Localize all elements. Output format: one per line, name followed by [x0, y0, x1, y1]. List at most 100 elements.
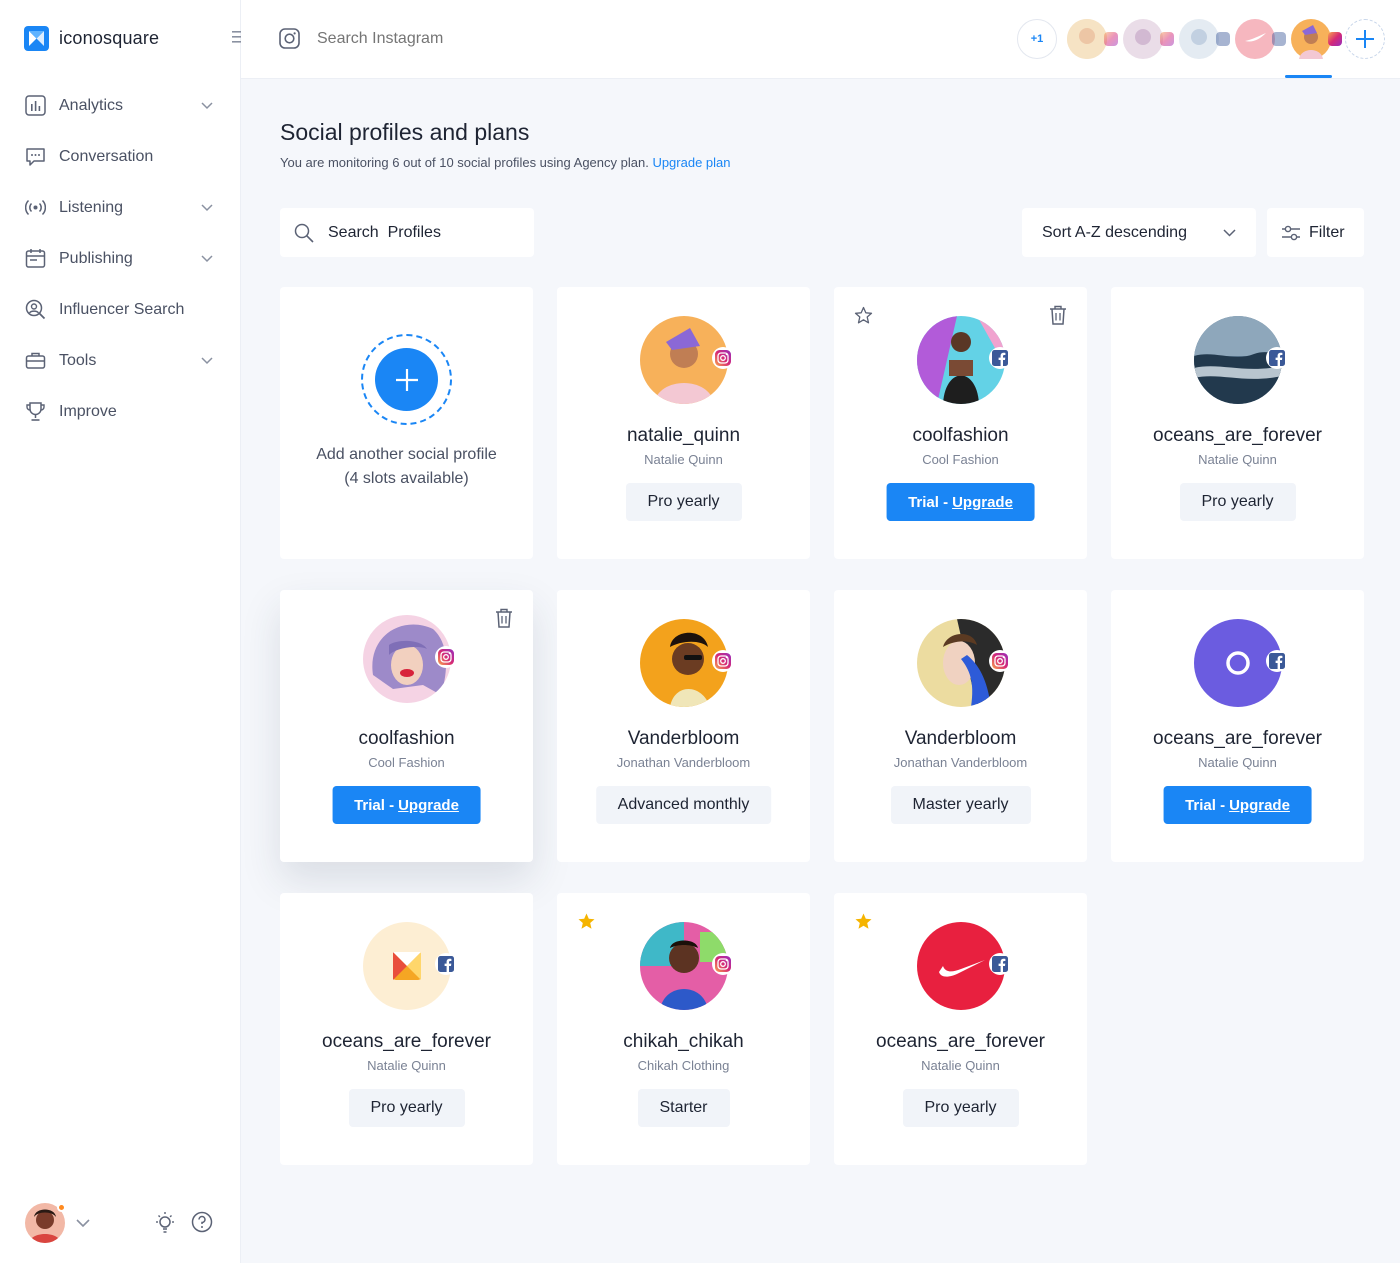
profile-card[interactable]: natalie_quinn Natalie Quinn Pro yearly: [557, 287, 810, 559]
filter-label: Filter: [1309, 223, 1345, 241]
page-title: Social profiles and plans: [280, 119, 530, 145]
profile-username: chikah_chikah: [623, 1031, 744, 1052]
influencer-search-icon: [25, 299, 46, 320]
profile-avatar[interactable]: [1123, 19, 1174, 59]
sidebar-item-tools[interactable]: Tools: [0, 335, 241, 386]
plan-badge[interactable]: Master yearly: [890, 786, 1031, 824]
profile-card[interactable]: oceans_are_forever Natalie Quinn Pro yea…: [1111, 287, 1364, 559]
profile-card[interactable]: chikah_chikah Chikah Clothing Starter: [557, 893, 810, 1165]
profile-avatar[interactable]: [1235, 19, 1286, 59]
facebook-badge-icon: [1266, 347, 1288, 369]
sidebar-item-influencer-search[interactable]: Influencer Search: [0, 284, 241, 335]
profile-name: Jonathan Vanderbloom: [616, 755, 751, 770]
iconosquare-logo-icon: [24, 26, 49, 51]
sidebar-item-label: Influencer Search: [59, 300, 185, 318]
profile-username: oceans_are_forever: [876, 1031, 1045, 1052]
instagram-badge-icon: [435, 646, 457, 668]
profile-search[interactable]: [280, 208, 534, 257]
sidebar-item-analytics[interactable]: Analytics: [0, 80, 241, 131]
upgrade-link[interactable]: Upgrade: [398, 797, 459, 814]
add-profile-button[interactable]: [1345, 19, 1385, 59]
page-subtitle: You are monitoring 6 out of 10 social pr…: [280, 155, 731, 170]
instagram-badge-icon: [1104, 32, 1118, 46]
sidebar-item-label: Conversation: [59, 147, 154, 165]
add-profile-ring: [361, 334, 452, 425]
add-social-profile-button[interactable]: [375, 348, 438, 411]
profile-username: oceans_are_forever: [1153, 728, 1322, 749]
chevron-down-icon[interactable]: [76, 1219, 90, 1228]
profile-username: coolfashion: [358, 728, 455, 749]
profile-card[interactable]: Vanderbloom Jonathan Vanderbloom Master …: [834, 590, 1087, 862]
plus-icon: [1356, 30, 1374, 48]
profile-avatar[interactable]: [1067, 19, 1118, 59]
tools-icon: [25, 350, 46, 371]
help-icon[interactable]: [191, 1211, 213, 1233]
active-profile-indicator: [1285, 75, 1332, 78]
sidebar-item-label: Tools: [59, 351, 97, 369]
sidebar-footer: [25, 1203, 225, 1245]
plan-label: Advanced monthly: [617, 796, 750, 813]
facebook-badge-icon: [989, 953, 1011, 975]
profile-username: coolfashion: [912, 425, 1009, 446]
plan-badge[interactable]: Advanced monthly: [595, 786, 772, 824]
instagram-badge-icon: [712, 953, 734, 975]
sidebar-item-publishing[interactable]: Publishing: [0, 233, 241, 284]
plan-label: Pro yearly: [647, 493, 720, 510]
sort-dropdown[interactable]: Sort A-Z descending: [1022, 208, 1256, 257]
facebook-badge-icon: [1272, 32, 1286, 46]
profile-card[interactable]: coolfashion Cool Fashion Trial - Upgrade: [834, 287, 1087, 559]
instagram-search-input[interactable]: [317, 30, 617, 48]
profile-avatar-active[interactable]: [1291, 19, 1342, 59]
profile-avatar[interactable]: [1179, 19, 1230, 59]
more-profiles-badge[interactable]: +1: [1017, 19, 1057, 59]
star-filled-icon[interactable]: [854, 912, 873, 931]
plan-badge[interactable]: Pro yearly: [1179, 483, 1296, 521]
profile-username: Vanderbloom: [904, 728, 1017, 749]
profile-name: Natalie Quinn: [644, 452, 723, 467]
upgrade-plan-link[interactable]: Upgrade plan: [652, 155, 730, 170]
profile-card[interactable]: oceans_are_forever Natalie Quinn Pro yea…: [834, 893, 1087, 1165]
profile-card[interactable]: Vanderbloom Jonathan Vanderbloom Advance…: [557, 590, 810, 862]
plan-label: Master yearly: [912, 796, 1009, 813]
profile-search-input[interactable]: [328, 223, 508, 242]
filter-sliders-icon: [1282, 225, 1300, 240]
facebook-badge-icon: [989, 347, 1011, 369]
profile-card[interactable]: oceans_are_forever Natalie Quinn Trial -…: [1111, 590, 1364, 862]
sidebar-item-label: Publishing: [59, 249, 133, 267]
plan-label: Starter: [659, 1099, 708, 1116]
trash-icon[interactable]: [495, 608, 513, 628]
sidebar-item-conversation[interactable]: Conversation: [0, 131, 241, 182]
instagram-badge-icon: [989, 650, 1011, 672]
plan-badge[interactable]: Starter: [637, 1089, 730, 1127]
upgrade-link[interactable]: Upgrade: [952, 494, 1013, 511]
sidebar-item-improve[interactable]: Improve: [0, 386, 241, 437]
trial-upgrade-button[interactable]: Trial - Upgrade: [1163, 786, 1312, 824]
profile-card[interactable]: coolfashion Cool Fashion Trial - Upgrade: [280, 590, 533, 862]
profile-name: Natalie Quinn: [1198, 755, 1277, 770]
plan-label: Pro yearly: [924, 1099, 997, 1116]
sidebar: iconosquare Analytics Conversation Liste…: [0, 0, 248, 1263]
trial-upgrade-button[interactable]: Trial - Upgrade: [886, 483, 1035, 521]
lightbulb-icon[interactable]: [153, 1211, 177, 1235]
filter-button[interactable]: Filter: [1267, 208, 1364, 257]
notification-dot: [57, 1203, 66, 1212]
plan-badge[interactable]: Pro yearly: [625, 483, 742, 521]
chevron-down-icon: [1223, 228, 1236, 237]
sidebar-item-listening[interactable]: Listening: [0, 182, 241, 233]
trash-icon[interactable]: [1049, 305, 1067, 325]
plus-icon: [395, 368, 418, 391]
profile-name: Cool Fashion: [368, 755, 445, 770]
trial-upgrade-button[interactable]: Trial - Upgrade: [332, 786, 481, 824]
top-bar: +1: [241, 0, 1400, 79]
publishing-icon: [25, 248, 46, 269]
app-logo[interactable]: iconosquare: [24, 26, 159, 51]
plan-badge[interactable]: Pro yearly: [902, 1089, 1019, 1127]
star-filled-icon[interactable]: [577, 912, 596, 931]
search-icon: [294, 223, 314, 243]
star-outline-icon[interactable]: [854, 306, 873, 325]
plan-badge[interactable]: Pro yearly: [348, 1089, 465, 1127]
add-profile-card[interactable]: Add another social profile (4 slots avai…: [280, 287, 533, 559]
profile-card[interactable]: oceans_are_forever Natalie Quinn Pro yea…: [280, 893, 533, 1165]
add-profile-line: Add another social profile: [316, 446, 497, 463]
upgrade-link[interactable]: Upgrade: [1229, 797, 1290, 814]
